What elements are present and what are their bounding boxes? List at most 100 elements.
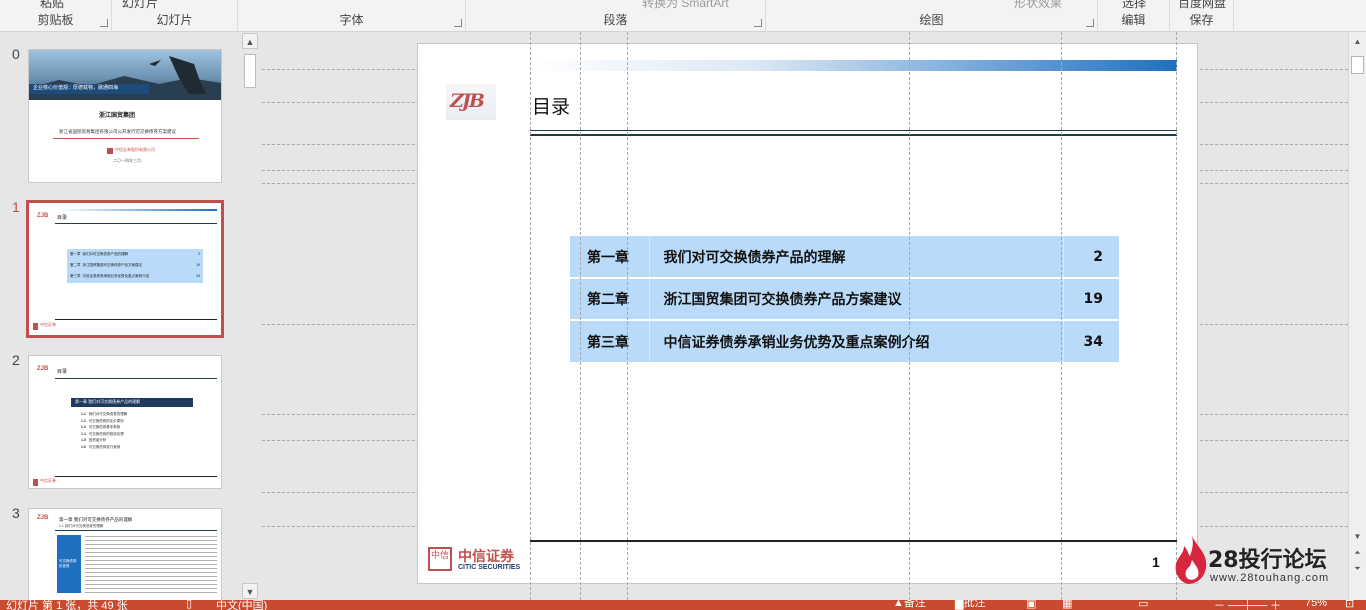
toc-chapter: 第二章	[570, 278, 650, 321]
ribbon-group-paragraph[interactable]: 转换为 SmartArt 段落	[466, 0, 766, 32]
next-slide-icon[interactable]: ⏷	[1350, 561, 1365, 576]
fit-to-window-icon[interactable]: ⊡	[1345, 600, 1354, 610]
dialog-launcher-icon[interactable]	[100, 19, 108, 27]
ribbon-group-label: 段落	[603, 13, 628, 27]
company-logo-text: ZJB	[450, 90, 485, 112]
cover-date-text: 二〇一四年三月	[113, 158, 141, 163]
ribbon-group-slides[interactable]: 幻灯片 幻灯片	[112, 0, 238, 32]
current-slide[interactable]: ZJB 目录 第一章 我们对可交换债券产品的理解 2 第二章 浙江国贸集团可交换…	[417, 43, 1198, 584]
toc-title: 浙江国贸集团可交换债券产品方案建议	[649, 278, 1064, 321]
slide-title[interactable]: 目录	[532, 92, 570, 119]
slide-count-text: 幻灯片 第 1 张，共 49 张	[6, 600, 128, 610]
scroll-down-icon[interactable]: ▼	[1350, 529, 1365, 544]
new-slide-button-label[interactable]: 幻灯片	[122, 0, 158, 11]
ribbon-group-label: 字体	[339, 13, 364, 27]
mini-footer-logo-icon	[33, 323, 38, 330]
editor-vertical-scrollbar[interactable]: ▲ ▼ ⏶ ⏷	[1348, 32, 1366, 600]
forum-name: 28投行论坛	[1208, 548, 1327, 573]
spellcheck-icon[interactable]: ▯	[186, 600, 192, 610]
thumbnail-scroll-thumb[interactable]	[244, 54, 256, 88]
mini-company-logo: ZJB	[37, 515, 49, 521]
mini-chapter-list: 1.1 我们对可交换债券的理解 1.2 可交换债券的定价原则 1.3 可交换债券…	[81, 411, 127, 450]
toc-page: 19	[1063, 278, 1119, 321]
paste-button-label[interactable]: 粘贴	[40, 0, 64, 11]
scroll-up-icon[interactable]: ▲	[1350, 34, 1365, 49]
previous-slide-icon[interactable]: ⏶	[1350, 545, 1365, 560]
zoom-level[interactable]: 75%	[1305, 600, 1327, 609]
notes-button[interactable]: ▲ 备注	[893, 600, 926, 609]
mini-toc-row: 第三章 中信证券债券承销业务优势及重点案例介绍 34	[70, 274, 200, 278]
slide-thumbnail-pane: 0 企业核心价值观：厚德载物，融通四海 浙江国贸集团 浙江省国际贸易集团有限公司…	[0, 32, 262, 600]
flame-icon	[1175, 536, 1207, 584]
thumbnail-number: 3	[12, 505, 20, 521]
normal-view-icon[interactable]: ▣	[1026, 600, 1036, 610]
slide-editor-area[interactable]: ZJB 目录 第一章 我们对可交换债券产品的理解 2 第二章 浙江国贸集团可交换…	[262, 32, 1348, 600]
comments-button[interactable]: ▆ 批注	[955, 600, 985, 610]
ribbon-group-editing[interactable]: 选择 编辑	[1098, 0, 1170, 32]
select-button-label[interactable]: 选择	[1122, 0, 1146, 11]
guide-line	[1176, 32, 1177, 600]
toc-chapter: 第三章	[570, 320, 650, 362]
guide-line	[580, 32, 581, 600]
reading-view-icon[interactable]: ▭	[1138, 600, 1148, 610]
thumbnail-scrollbar[interactable]: ▲ ▼	[242, 32, 258, 600]
toc-row[interactable]: 第三章 中信证券债券承销业务优势及重点案例介绍 34	[570, 320, 1119, 362]
slide-thumbnail-1[interactable]: ZJB 目录 第一章 我们对可交换债券产品的理解 2 第二章 浙江国贸集团可交换债…	[26, 200, 224, 338]
scroll-down-icon[interactable]: ▼	[242, 583, 258, 599]
dialog-launcher-icon[interactable]	[1086, 19, 1094, 27]
scroll-up-icon[interactable]: ▲	[242, 33, 258, 49]
citic-logo-en: CITIC SECURITIES	[458, 564, 521, 571]
mini-toc-table: 第一章 我们对可交换债券产品的理解 2 第二章 浙江国贸集团可交换债券产品方案建议…	[67, 249, 203, 283]
guide-line	[909, 32, 910, 600]
mini-slide-title: 目录	[57, 215, 68, 221]
dialog-launcher-icon[interactable]	[454, 19, 462, 27]
ribbon-group-label: 绘图	[919, 13, 944, 27]
ribbon-group-label: 幻灯片	[156, 13, 193, 27]
forum-watermark: 28投行论坛 www.28touhang.com	[1170, 534, 1348, 590]
cover-org-text: 浙江国贸集团	[99, 113, 136, 119]
baidu-netdisk-button-label[interactable]: 百度网盘	[1178, 0, 1226, 11]
forum-url: www.28touhang.com	[1210, 572, 1330, 584]
thumbnail-number: 0	[12, 46, 20, 62]
slide-thumbnail-2[interactable]: ZJB 目录 第一章 我们对可交换债券产品的理解 1.1 我们对可交换债券的理解…	[28, 355, 222, 489]
slide-thumbnail-3[interactable]: ZJB 第一章 我们对可交换债券产品的理解 1.1 我们对可交换债券的理解 可交…	[28, 508, 222, 600]
ribbon-group-clipboard[interactable]: 粘贴 剪贴板	[0, 0, 112, 32]
editor-scroll-thumb[interactable]	[1351, 56, 1364, 74]
toc-chapter: 第一章	[570, 236, 650, 279]
cover-banner-text: 企业核心价值观：厚德载物，融通四海	[33, 85, 119, 91]
toc-row[interactable]: 第二章 浙江国贸集团可交换债券产品方案建议 19	[570, 278, 1119, 321]
mini-chapter-bar-text: 第一章 我们对可交换债券产品的理解	[75, 399, 141, 404]
cover-logo-text: 中信证券股份有限公司	[115, 147, 155, 152]
mini-footer-logo-text: 中信证券	[40, 322, 56, 327]
mini-toc-row: 第一章 我们对可交换债券产品的理解 2	[70, 252, 200, 256]
thumbnail-number: 2	[12, 352, 20, 368]
mini-company-logo: ZJB	[37, 213, 49, 219]
zoom-slider[interactable]: － ──┼── ＋	[1214, 600, 1281, 610]
ribbon-group-drawing[interactable]: 形状效果 绘图	[766, 0, 1098, 32]
toc-page: 2	[1063, 236, 1119, 279]
ribbon-group-label: 保存	[1189, 13, 1214, 27]
mini-chapter-item: 1.6 可交换债券发行案例	[81, 444, 121, 449]
ribbon-group-font[interactable]: 字体	[238, 0, 466, 32]
smartart-button-label[interactable]: 转换为 SmartArt	[642, 0, 729, 11]
status-bar: 幻灯片 第 1 张，共 49 张 ▯ 中文(中国) ▲ 备注 ▆ 批注 ▣ ▦ …	[0, 600, 1366, 610]
slide-sorter-icon[interactable]: ▦	[1062, 600, 1072, 610]
mini-chapter-bar: 第一章 我们对可交换债券产品的理解	[71, 398, 193, 407]
language-indicator[interactable]: 中文(中国)	[216, 600, 267, 610]
slide-thumbnail-0[interactable]: 企业核心价值观：厚德载物，融通四海 浙江国贸集团 浙江省国际贸易集团有限公司公开…	[28, 49, 222, 183]
mini-slide-title: 目录	[57, 369, 68, 375]
ribbon: 粘贴 剪贴板 幻灯片 幻灯片 字体 转换为 SmartArt 段落 形状效果 绘…	[0, 0, 1366, 32]
slide-page-number: 1	[1152, 554, 1160, 570]
toc-row[interactable]: 第一章 我们对可交换债券产品的理解 2	[570, 236, 1119, 279]
guide-line	[1061, 32, 1062, 600]
dialog-launcher-icon[interactable]	[754, 19, 762, 27]
mini-footer-rule	[55, 476, 217, 477]
ribbon-group-save[interactable]: 百度网盘 保存	[1170, 0, 1234, 32]
citic-logo-badge-text: 中信	[431, 550, 450, 560]
cover-logo-icon	[107, 148, 113, 154]
shape-effects-button-label[interactable]: 形状效果	[1014, 0, 1062, 11]
guide-line	[627, 32, 628, 600]
toc-table[interactable]: 第一章 我们对可交换债券产品的理解 2 第二章 浙江国贸集团可交换债券产品方案建…	[570, 236, 1119, 362]
cover-subtitle-text: 浙江省国际贸易集团有限公司公开发行可交换债券方案建议	[59, 129, 176, 134]
citic-logo-badge: 中信	[428, 547, 452, 571]
